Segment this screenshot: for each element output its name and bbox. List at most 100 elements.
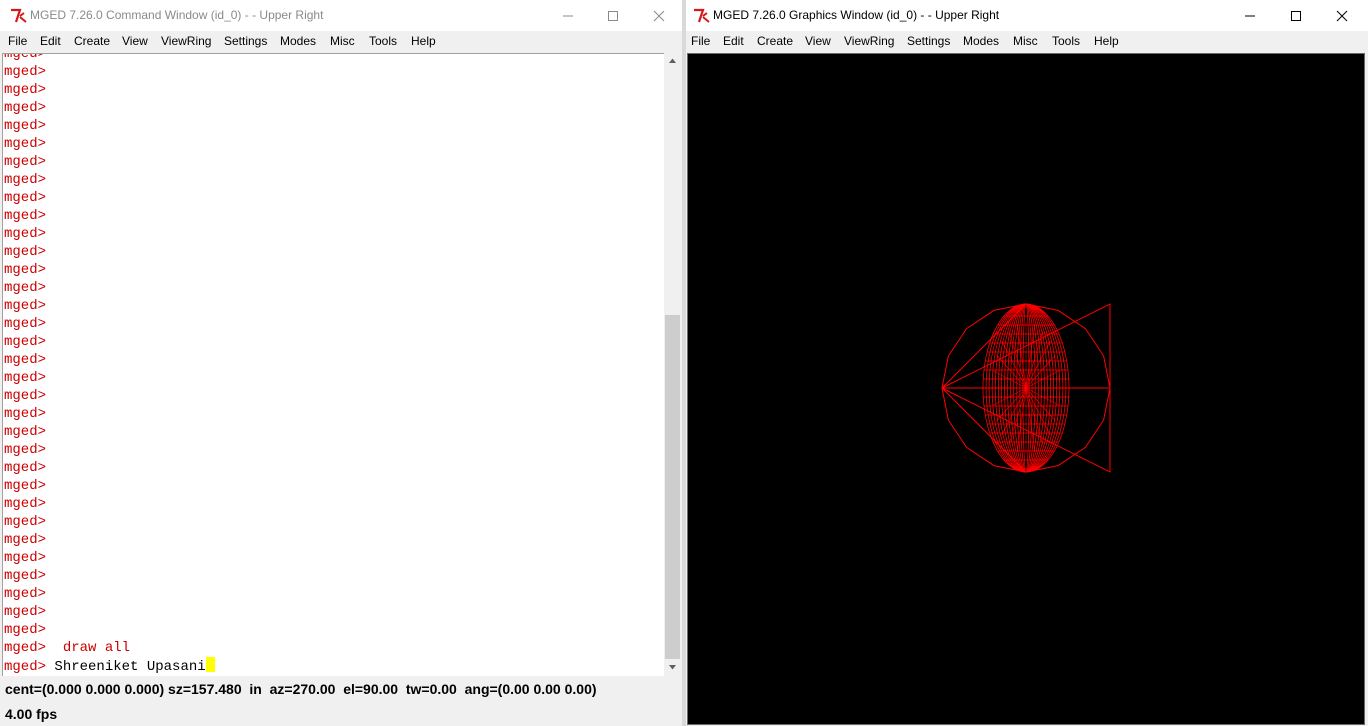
menu-settings[interactable]: Settings	[224, 33, 267, 49]
menu-create[interactable]: Create	[757, 33, 793, 49]
console-history-line: mged>	[4, 423, 659, 441]
console-history-line: mged>	[4, 135, 659, 153]
menu-edit[interactable]: Edit	[40, 33, 61, 49]
console-prompt: mged>	[4, 262, 47, 278]
graphics-window-titlebar[interactable]: MGED 7.26.0 Graphics Window (id_0) - - U…	[686, 0, 1368, 31]
console-prompt: mged>	[4, 478, 47, 494]
command-window-title: MGED 7.26.0 Command Window (id_0) - - Up…	[30, 8, 324, 22]
console-prompt: mged>	[4, 190, 47, 206]
console-history-line: mged>	[4, 99, 659, 117]
scroll-down-button[interactable]	[664, 660, 681, 675]
scroll-up-button[interactable]	[664, 53, 681, 68]
menu-file[interactable]: File	[691, 33, 710, 49]
graphics-window: MGED 7.26.0 Graphics Window (id_0) - - U…	[686, 0, 1368, 726]
console-lines: mged> mged> mged> mged> mged> mged> mged> mged>…	[4, 53, 659, 675]
minimize-button[interactable]	[1227, 0, 1273, 31]
maximize-button[interactable]	[590, 0, 636, 31]
console-prompt: mged>	[4, 154, 47, 170]
console-prompt: mged>	[4, 550, 47, 566]
menu-misc[interactable]: Misc	[1013, 33, 1038, 49]
menu-create[interactable]: Create	[74, 33, 110, 49]
fps-readout: 4.00 fps	[5, 706, 58, 722]
console-history-line: mged>	[4, 405, 659, 423]
console-history-line: mged>	[4, 369, 659, 387]
console-prompt: mged>	[4, 352, 47, 368]
console-prompt: mged>	[4, 388, 47, 404]
console-prompt: mged>	[4, 586, 47, 602]
console-prompt: mged>	[4, 334, 47, 350]
close-button[interactable]	[636, 0, 682, 31]
graphics-canvas[interactable]	[688, 54, 1364, 724]
menu-file[interactable]: File	[8, 33, 27, 49]
menu-viewring[interactable]: ViewRing	[161, 33, 211, 49]
console-history-line: mged>	[4, 279, 659, 297]
console-history-line: mged>	[4, 63, 659, 81]
menu-modes[interactable]: Modes	[280, 33, 316, 49]
console-prompt: mged>	[4, 370, 47, 386]
graphics-window-title: MGED 7.26.0 Graphics Window (id_0) - - U…	[713, 8, 1000, 22]
console-line: mged> draw all	[4, 639, 659, 657]
menu-help[interactable]: Help	[411, 33, 436, 49]
menu-misc[interactable]: Misc	[330, 33, 355, 49]
console-input-text: Shreeniket Upasani	[54, 659, 206, 675]
console-prompt: mged>	[4, 442, 47, 458]
previous-command: draw all	[62, 640, 131, 656]
console-history-line: mged>	[4, 315, 659, 333]
console-scrollbar[interactable]	[664, 53, 681, 675]
close-icon	[1336, 10, 1348, 22]
console-history-line: mged>	[4, 585, 659, 603]
menu-modes[interactable]: Modes	[963, 33, 999, 49]
close-button[interactable]	[1319, 0, 1365, 31]
console-prompt: mged>	[4, 100, 47, 116]
command-window-titlebar[interactable]: MGED 7.26.0 Command Window (id_0) - - Up…	[0, 0, 682, 31]
console-history-line: mged>	[4, 477, 659, 495]
command-window: MGED 7.26.0 Command Window (id_0) - - Up…	[0, 0, 682, 726]
console-prompt: mged>	[4, 604, 47, 620]
console-history-line: mged>	[4, 171, 659, 189]
console-history-line: mged>	[4, 567, 659, 585]
console-prompt: mged>	[4, 172, 47, 188]
menu-tools[interactable]: Tools	[369, 33, 397, 49]
menu-help[interactable]: Help	[1094, 33, 1119, 49]
console-prompt: mged>	[4, 460, 47, 476]
graphics-window-menubar: File Edit Create View ViewRing Settings …	[686, 31, 1368, 51]
minimize-button[interactable]	[545, 0, 591, 31]
command-console[interactable]: mged> mged> mged> mged> mged> mged> mged> mged>…	[2, 53, 664, 676]
menu-view[interactable]: View	[122, 33, 148, 49]
console-prompt: mged>	[4, 136, 47, 152]
console-history-line: mged>	[4, 495, 659, 513]
menu-viewring[interactable]: ViewRing	[844, 33, 894, 49]
console-prompt: mged>	[4, 316, 47, 332]
console-history-line: mged>	[4, 459, 659, 477]
maximize-button[interactable]	[1273, 0, 1319, 31]
minimize-icon	[1245, 15, 1255, 17]
console-history-line: mged>	[4, 153, 659, 171]
console-prompt: mged>	[4, 280, 47, 296]
console-prompt: mged>	[4, 208, 47, 224]
maximize-icon	[1291, 11, 1301, 21]
console-history-line: mged>	[4, 351, 659, 369]
menu-view[interactable]: View	[805, 33, 831, 49]
wireframe-view	[941, 303, 1111, 473]
console-history-line: mged>	[4, 189, 659, 207]
console-history-line: mged>	[4, 513, 659, 531]
minimize-icon	[563, 15, 573, 17]
menu-tools[interactable]: Tools	[1052, 33, 1080, 49]
console-prompt: mged>	[4, 659, 47, 675]
arrow-up-icon	[669, 58, 676, 63]
menu-edit[interactable]: Edit	[723, 33, 744, 49]
console-prompt: mged>	[4, 532, 47, 548]
maximize-icon	[608, 11, 618, 21]
view-status-line: cent=(0.000 0.000 0.000) sz=157.480 in a…	[5, 681, 597, 697]
console-history-line: mged>	[4, 549, 659, 567]
tk-feather-icon	[694, 8, 710, 23]
console-prompt: mged>	[4, 53, 47, 62]
console-prompt: mged>	[4, 298, 47, 314]
console-prompt: mged>	[4, 64, 47, 80]
scroll-thumb[interactable]	[665, 315, 680, 659]
console-history-line: mged>	[4, 243, 659, 261]
menu-settings[interactable]: Settings	[907, 33, 950, 49]
console-input-line[interactable]: mged> Shreeniket Upasani	[4, 657, 659, 675]
console-history-line: mged>	[4, 333, 659, 351]
console-history-line: mged>	[4, 207, 659, 225]
